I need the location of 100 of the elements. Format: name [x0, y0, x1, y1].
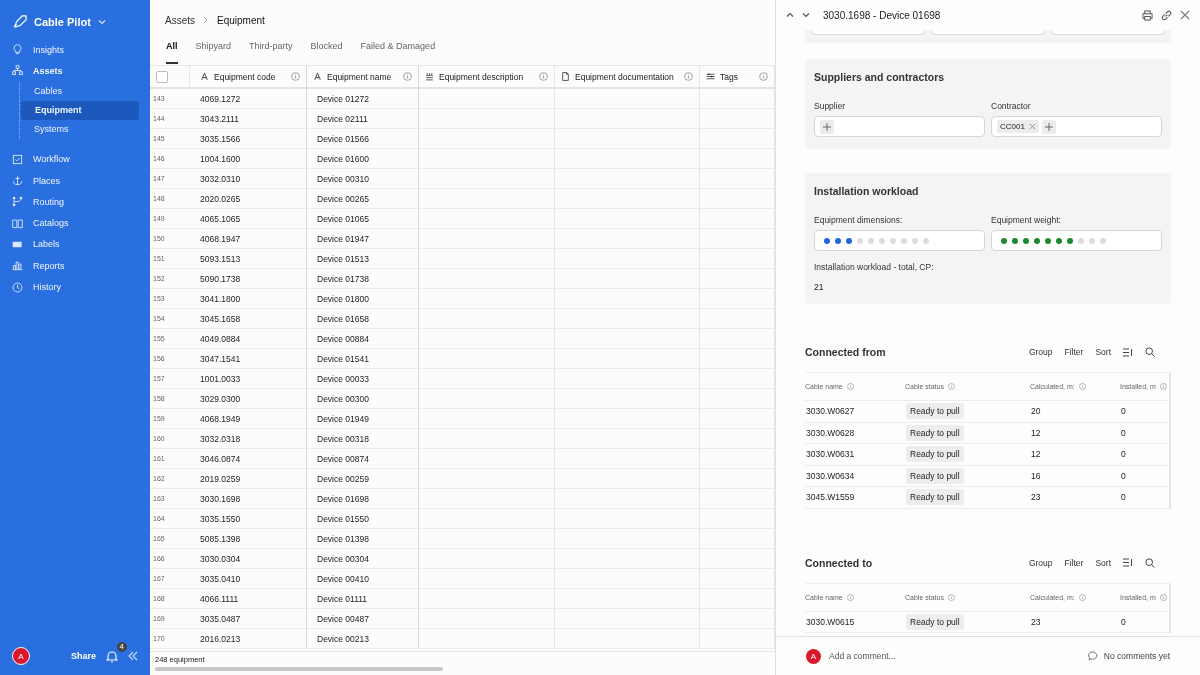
add-button[interactable]	[1041, 119, 1056, 134]
link-icon[interactable]	[1161, 9, 1172, 21]
info-icon[interactable]	[1078, 383, 1086, 390]
info-icon[interactable]	[539, 72, 548, 81]
filter-tab[interactable]: All	[166, 40, 178, 64]
input-field[interactable]	[814, 230, 985, 251]
columns-icon[interactable]	[1123, 558, 1133, 567]
table-cell: Device 01111	[307, 589, 419, 608]
table-cell: Device 01398	[307, 529, 419, 548]
nav-item[interactable]: Routing	[12, 191, 138, 213]
nav-subitem[interactable]: Equipment	[21, 100, 139, 120]
nav-item[interactable]: Insights	[12, 39, 138, 61]
rating-dot[interactable]	[868, 237, 874, 244]
nav-subitem[interactable]: Systems	[20, 119, 138, 139]
columns-icon[interactable]	[1123, 347, 1133, 357]
info-icon[interactable]	[403, 72, 412, 81]
hierarchy-icon	[12, 65, 23, 77]
chevron-up-icon[interactable]	[786, 11, 794, 19]
user-avatar[interactable]: A	[12, 647, 30, 665]
input-field[interactable]	[814, 116, 985, 137]
dot-rating[interactable]	[824, 237, 929, 244]
filter-tab[interactable]: Third-party	[249, 40, 293, 64]
rating-dot[interactable]	[912, 237, 918, 244]
toolbar-button[interactable]: Sort	[1095, 557, 1111, 568]
info-icon[interactable]	[291, 72, 300, 81]
rating-dot[interactable]	[1056, 237, 1062, 244]
info-icon[interactable]	[1159, 593, 1167, 601]
column-header[interactable]: Equipment documentation	[555, 66, 700, 87]
app-name[interactable]: Cable Pilot	[34, 15, 91, 28]
rating-dot[interactable]	[1067, 237, 1073, 244]
tag-chip[interactable]: CC001	[997, 120, 1039, 133]
info-icon[interactable]	[846, 383, 854, 390]
info-icon[interactable]	[846, 593, 854, 601]
chevron-down-icon[interactable]	[97, 17, 106, 26]
select-all-checkbox[interactable]	[156, 70, 168, 83]
filter-tab[interactable]: Shipyard	[195, 40, 232, 64]
toolbar-button[interactable]: Group	[1028, 347, 1053, 357]
rating-dot[interactable]	[1001, 237, 1007, 244]
field-value: 21	[814, 282, 825, 292]
info-icon[interactable]	[947, 383, 955, 390]
nav-item[interactable]: Catalogs	[12, 212, 138, 234]
table-cell: 1004.1600	[190, 149, 307, 168]
add-button[interactable]	[820, 119, 834, 134]
remove-icon[interactable]	[1028, 123, 1036, 130]
bell-icon[interactable]	[106, 649, 118, 663]
rating-dot[interactable]	[1023, 237, 1029, 244]
share-button[interactable]: Share	[71, 651, 96, 661]
rating-dot[interactable]	[1034, 237, 1040, 244]
nav-item[interactable]: Places	[12, 169, 138, 192]
rating-dot[interactable]	[1089, 237, 1095, 244]
print-icon[interactable]	[1142, 9, 1153, 21]
info-icon[interactable]	[684, 72, 693, 81]
rating-dot[interactable]	[1100, 237, 1106, 244]
rating-dot[interactable]	[890, 237, 896, 244]
info-icon[interactable]	[947, 593, 955, 601]
column-header[interactable]: Equipment description	[419, 66, 555, 87]
nav-subitem[interactable]: Cables	[20, 81, 138, 101]
filter-tab[interactable]: Blocked	[310, 40, 343, 64]
rating-dot[interactable]	[1078, 237, 1084, 244]
toolbar-button[interactable]: Sort	[1095, 347, 1111, 357]
chevron-down-icon[interactable]	[802, 11, 810, 19]
table-cell: 4068.1947	[190, 229, 307, 248]
input-field[interactable]: CC001	[991, 116, 1162, 137]
search-icon[interactable]	[1145, 557, 1155, 568]
field-label: Supplier	[814, 101, 847, 111]
scrollbar[interactable]	[155, 667, 443, 671]
table-cell-text: 12	[1030, 427, 1042, 438]
rating-dot[interactable]	[1045, 237, 1051, 244]
info-icon[interactable]	[759, 72, 768, 81]
rating-dot[interactable]	[879, 237, 885, 244]
filter-tab[interactable]: Failed & Damaged	[360, 40, 436, 64]
table-cell: 3030.1698	[190, 489, 307, 508]
column-header[interactable]: Equipment name	[307, 66, 419, 87]
nav-item[interactable]: History	[12, 276, 138, 298]
breadcrumb-link[interactable]: Assets	[165, 14, 195, 26]
rating-dot[interactable]	[1012, 237, 1018, 244]
table-cell: Device 00310	[307, 169, 419, 188]
rating-dot[interactable]	[857, 237, 863, 244]
dot-rating[interactable]	[1001, 237, 1106, 244]
collapse-icon[interactable]	[128, 651, 138, 661]
rating-dot[interactable]	[901, 237, 907, 244]
search-icon[interactable]	[1145, 347, 1155, 357]
column-header[interactable]: Equipment code	[190, 66, 307, 87]
rating-dot[interactable]	[846, 237, 852, 244]
close-icon[interactable]	[1180, 10, 1190, 20]
toolbar-button[interactable]: Group	[1028, 557, 1053, 568]
info-icon[interactable]	[1159, 383, 1167, 390]
toolbar-button[interactable]: Filter	[1064, 557, 1084, 568]
nav-item[interactable]: Assets	[12, 60, 138, 82]
toolbar-button[interactable]: Filter	[1064, 347, 1084, 357]
rating-dot[interactable]	[824, 237, 830, 244]
comment-field[interactable]: Add a comment...	[827, 650, 1082, 662]
info-icon[interactable]	[1078, 593, 1086, 601]
rating-dot[interactable]	[835, 237, 841, 244]
input-field[interactable]	[991, 230, 1162, 251]
rating-dot[interactable]	[923, 237, 929, 244]
nav-item[interactable]: Workflow	[12, 148, 138, 170]
nav-item[interactable]: Labels	[12, 233, 138, 256]
nav-item[interactable]: Reports	[12, 255, 138, 277]
status-badge: Ready to pull	[906, 446, 964, 463]
